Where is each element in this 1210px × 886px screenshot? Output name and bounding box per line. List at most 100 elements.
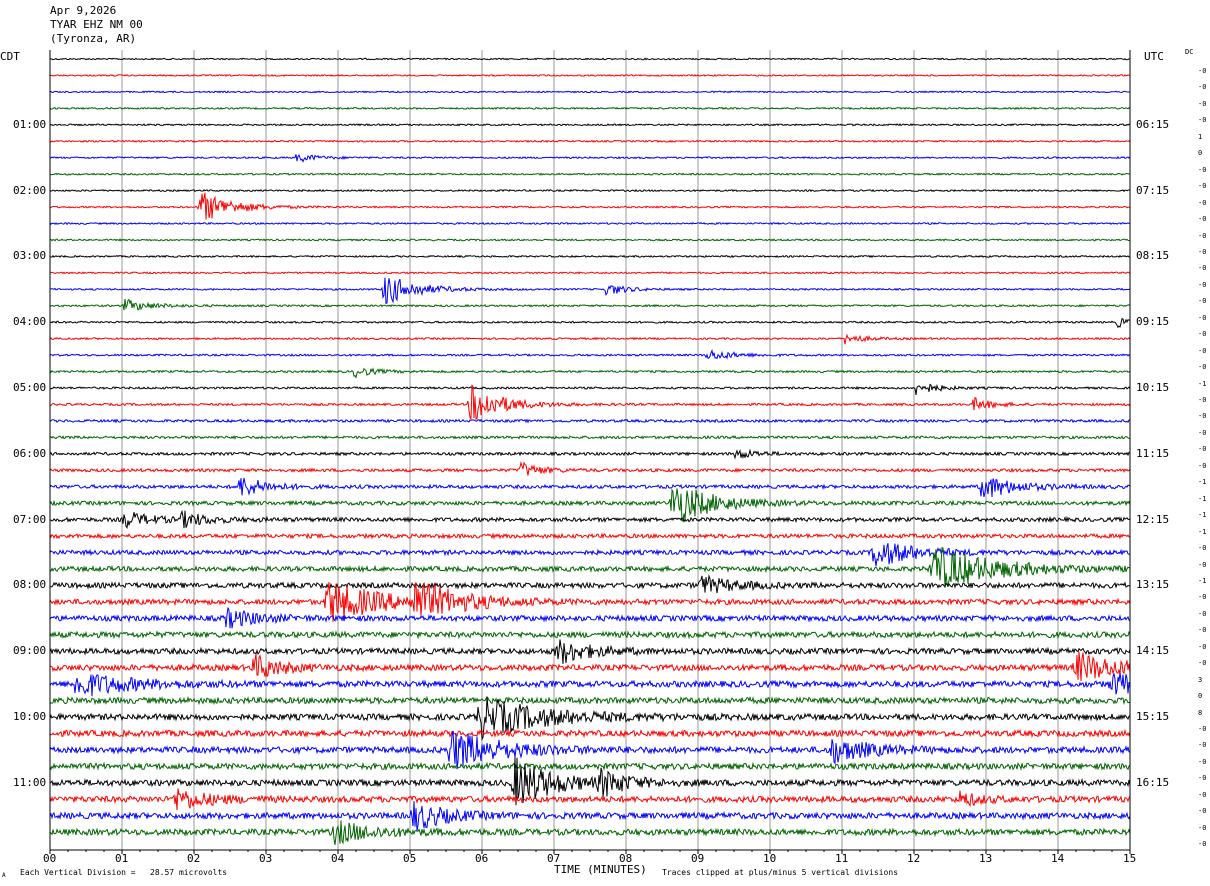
dc-offset-36: -0 — [1198, 659, 1207, 668]
x-tick-label-03: 03 — [259, 852, 273, 865]
x-tick-label-01: 01 — [115, 852, 129, 865]
corner-mark: A — [2, 872, 6, 879]
trace-15 — [49, 298, 1131, 311]
trace-25 — [49, 461, 1131, 476]
dc-offset-47: -0 — [1198, 840, 1207, 849]
dc-offset-28: -1 — [1198, 527, 1207, 536]
trace-34 — [49, 607, 1131, 629]
trace-18 — [49, 348, 1131, 360]
trace-29 — [49, 532, 1131, 540]
trace-24 — [49, 448, 1131, 460]
x-tick-label-00: 00 — [43, 852, 57, 865]
trace-6 — [49, 154, 1131, 163]
trace-26 — [49, 478, 1131, 498]
trace-11 — [49, 238, 1131, 242]
dc-offset-15: -0 — [1198, 313, 1207, 322]
right-time-label-13:15: 13:15 — [1136, 578, 1170, 592]
trace-2 — [49, 90, 1131, 94]
dc-label: DC — [1185, 48, 1194, 56]
dc-offset-13: -0 — [1198, 280, 1207, 289]
trace-20 — [49, 383, 1131, 395]
trace-39 — [49, 695, 1131, 706]
dc-offset-27: -1 — [1198, 511, 1207, 520]
dc-offset-34: -0 — [1198, 626, 1207, 635]
left-time-label-09:00: 09:00 — [13, 644, 47, 658]
left-time-label-01:00: 01:00 — [13, 117, 47, 131]
right-time-label-06:15: 06:15 — [1136, 117, 1170, 131]
trace-27 — [49, 488, 1131, 522]
trace-41 — [49, 728, 1131, 739]
dc-offset-46: -0 — [1198, 823, 1207, 832]
trace-35 — [49, 630, 1131, 640]
trace-23 — [49, 434, 1131, 440]
x-tick-label-14: 14 — [1051, 852, 1065, 865]
trace-10 — [49, 221, 1131, 226]
dc-offset-30: -0 — [1198, 560, 1207, 569]
x-tick-label-05: 05 — [403, 852, 417, 865]
right-time-label-12:15: 12:15 — [1136, 512, 1170, 526]
right-time-label-10:15: 10:15 — [1136, 381, 1170, 394]
dc-offset-6: -0 — [1198, 165, 1207, 174]
dc-offset-31: -1 — [1198, 576, 1207, 585]
header-location: (Tyronza, AR) — [50, 32, 137, 45]
trace-46 — [49, 801, 1131, 832]
left-time-label-08:00: 08:00 — [13, 578, 47, 592]
clip-note: Traces clipped at plus/minus 5 vertical … — [662, 868, 899, 877]
trace-16 — [49, 318, 1131, 329]
dc-offset-39: 8 — [1198, 708, 1203, 717]
dc-offset-14: -0 — [1198, 297, 1207, 306]
trace-22 — [49, 418, 1131, 424]
x-tick-label-12: 12 — [907, 852, 921, 865]
right-time-label-07:15: 07:15 — [1136, 183, 1170, 197]
dc-offset-11: -0 — [1198, 247, 1207, 256]
dc-offset-3: -0 — [1198, 116, 1207, 125]
x-tick-label-06: 06 — [475, 852, 489, 865]
trace-8 — [49, 188, 1130, 193]
dc-offset-9: -0 — [1198, 215, 1207, 224]
header-station: TYAR EHZ NM 00 — [50, 18, 143, 31]
dc-offset-16: -0 — [1198, 330, 1207, 339]
left-time-label-03:00: 03:00 — [13, 249, 47, 263]
x-tick-label-10: 10 — [763, 852, 777, 865]
dc-offset-18: -0 — [1198, 363, 1207, 372]
dc-offset-43: -0 — [1198, 774, 1207, 783]
dc-offset-4: 1 — [1198, 132, 1203, 141]
x-tick-label-15: 15 — [1123, 852, 1137, 865]
trace-13 — [49, 271, 1131, 275]
left-time-label-06:00: 06:00 — [13, 446, 47, 460]
dc-offset-20: -0 — [1198, 396, 1207, 404]
dc-offset-17: -0 — [1198, 346, 1207, 355]
trace-47 — [49, 820, 1131, 845]
right-time-label-11:15: 11:15 — [1136, 446, 1170, 460]
helicorder-plot — [49, 50, 1131, 854]
dc-offset-42: -0 — [1198, 757, 1207, 766]
dc-offset-41: -0 — [1198, 741, 1207, 750]
trace-12 — [49, 254, 1131, 259]
dc-offset-24: -0 — [1198, 461, 1207, 470]
dc-offset-35: -0 — [1198, 642, 1207, 651]
trace-5 — [49, 139, 1131, 143]
dc-offset-45: -0 — [1198, 807, 1207, 816]
dc-offset-22: -0 — [1198, 428, 1207, 437]
dc-offset-5: 0 — [1198, 149, 1203, 158]
trace-42 — [49, 730, 1131, 770]
trace-31 — [49, 546, 1131, 588]
trace-38 — [49, 672, 1131, 697]
dc-offset-12: -0 — [1198, 264, 1207, 273]
trace-1 — [49, 74, 1131, 77]
x-tick-label-02: 02 — [187, 852, 201, 865]
right-time-label-16:15: 16:15 — [1136, 775, 1170, 789]
right-time-label-14:15: 14:15 — [1136, 644, 1170, 658]
dc-offset-40: -0 — [1198, 725, 1207, 733]
trace-45 — [49, 788, 1131, 811]
left-time-label-07:00: 07:00 — [13, 512, 47, 526]
dc-offset-33: -0 — [1198, 609, 1207, 618]
right-timezone-label: UTC — [1144, 50, 1164, 63]
trace-7 — [49, 172, 1131, 176]
right-time-label-15:15: 15:15 — [1136, 710, 1170, 723]
x-tick-label-11: 11 — [835, 852, 849, 865]
dc-offset-23: -0 — [1198, 445, 1207, 454]
trace-0 — [49, 57, 1131, 61]
dc-offset-19: -1 — [1198, 379, 1207, 388]
trace-21 — [49, 384, 1131, 421]
